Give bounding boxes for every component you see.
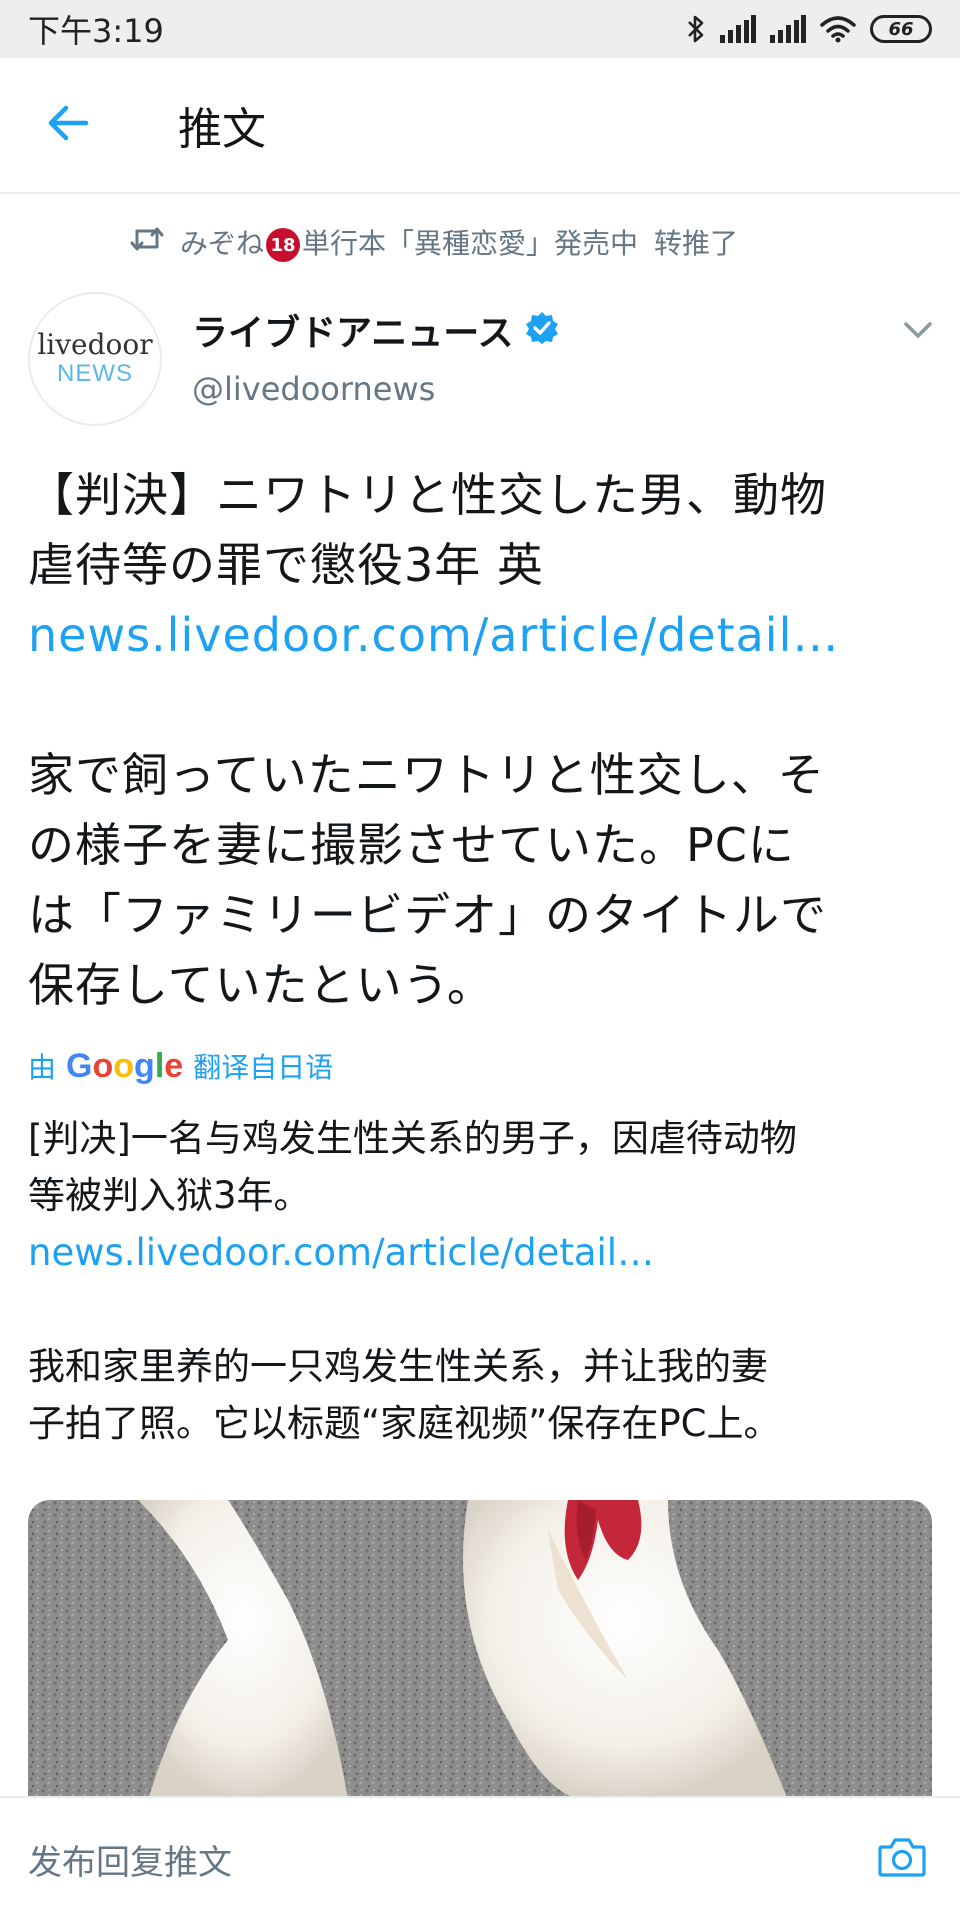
avatar-logo-subtext: NEWS [57,360,133,387]
translation-prefix: 由 [28,1051,57,1084]
translation-suffix: 翻译自日语 [193,1051,334,1084]
signal-icon [770,15,806,43]
tweet-line: 【判決】ニワトリと性交した男、動物 [28,468,827,522]
page-title: 推文 [178,104,266,155]
battery-icon: 66 [870,15,932,43]
translation-blank-line [28,1281,938,1338]
status-bar: 下午3:19 66 [0,0,960,58]
signal-icon [720,15,756,43]
status-time: 下午3:19 [28,12,164,50]
back-button[interactable] [28,85,108,165]
chevron-down-icon [903,321,933,343]
author-handle[interactable]: @livedoornews [192,370,435,408]
avatar-logo-text: livedoor [37,328,153,361]
tweet-text: 【判決】ニワトリと性交した男、動物 虐待等の罪で懲役3年 英 news.live… [28,460,938,1020]
camera-icon [877,1835,927,1883]
translation-line: [判决]一名与鸡发生性关系的男子，因虐待动物 [28,1117,797,1160]
translation-line: 我和家里养的一只鸡发生性关系，并让我的妻 [28,1345,768,1388]
translation-text: [判决]一名与鸡发生性关系的男子，因虐待动物 等被判入狱3年。 news.liv… [28,1110,938,1452]
google-letter: G [66,1046,93,1085]
retweet-icon [130,224,164,261]
status-icons: 66 [686,14,932,44]
google-letter: o [92,1046,114,1085]
reply-bar: 发布回复推文 [0,1796,960,1920]
wifi-icon [820,15,856,43]
tweet-media-image[interactable] [28,1500,932,1800]
translation-attribution[interactable]: 由 Google 翻译自日语 [28,1046,333,1086]
google-letter: l [154,1046,165,1085]
verified-badge-icon [525,311,559,349]
google-logo: Google [66,1047,183,1086]
translation-link[interactable]: news.livedoor.com/article/detail… [28,1224,938,1281]
reply-input[interactable]: 发布回复推文 [28,1835,872,1884]
bluetooth-icon [686,14,706,44]
google-letter: e [164,1046,184,1085]
tweet-line: 保存していたという。 [28,958,494,1012]
translation-line: 等被判入狱3年。 [28,1174,311,1217]
tweet-line: 家で飼っていたニワトリと性交し、そ [28,748,825,802]
tweet-line: は「ファミリービデオ」のタイトルで [28,888,827,942]
tweet-line: の様子を妻に撮影させていた。PCに [28,818,795,872]
retweet-context[interactable]: みぞね 18 単行本「異種恋愛」発売中 转推了 [130,222,738,262]
author-name[interactable]: ライブドアニュース [192,304,513,356]
retweeter-name[interactable]: みぞね 18 単行本「異種恋愛」発売中 [180,222,638,262]
google-letter: g [134,1046,155,1085]
tweet-options-button[interactable] [898,312,938,352]
retweet-action-label: 转推了 [654,227,739,260]
avatar[interactable]: livedoor NEWS [28,292,162,426]
app-bar: 推文 [0,58,960,194]
tweet-line: 虐待等の罪で懲役3年 英 [28,538,544,592]
camera-button[interactable] [872,1829,932,1889]
tweet-link[interactable]: news.livedoor.com/article/detail… [28,600,938,670]
translation-line: 子拍了照。它以标题“家庭视频”保存在PC上。 [28,1402,781,1445]
google-letter: o [113,1046,135,1085]
arrow-left-icon [46,103,90,147]
age-18-badge: 18 [266,228,301,262]
author-name-row[interactable]: ライブドアニュース [192,304,559,356]
